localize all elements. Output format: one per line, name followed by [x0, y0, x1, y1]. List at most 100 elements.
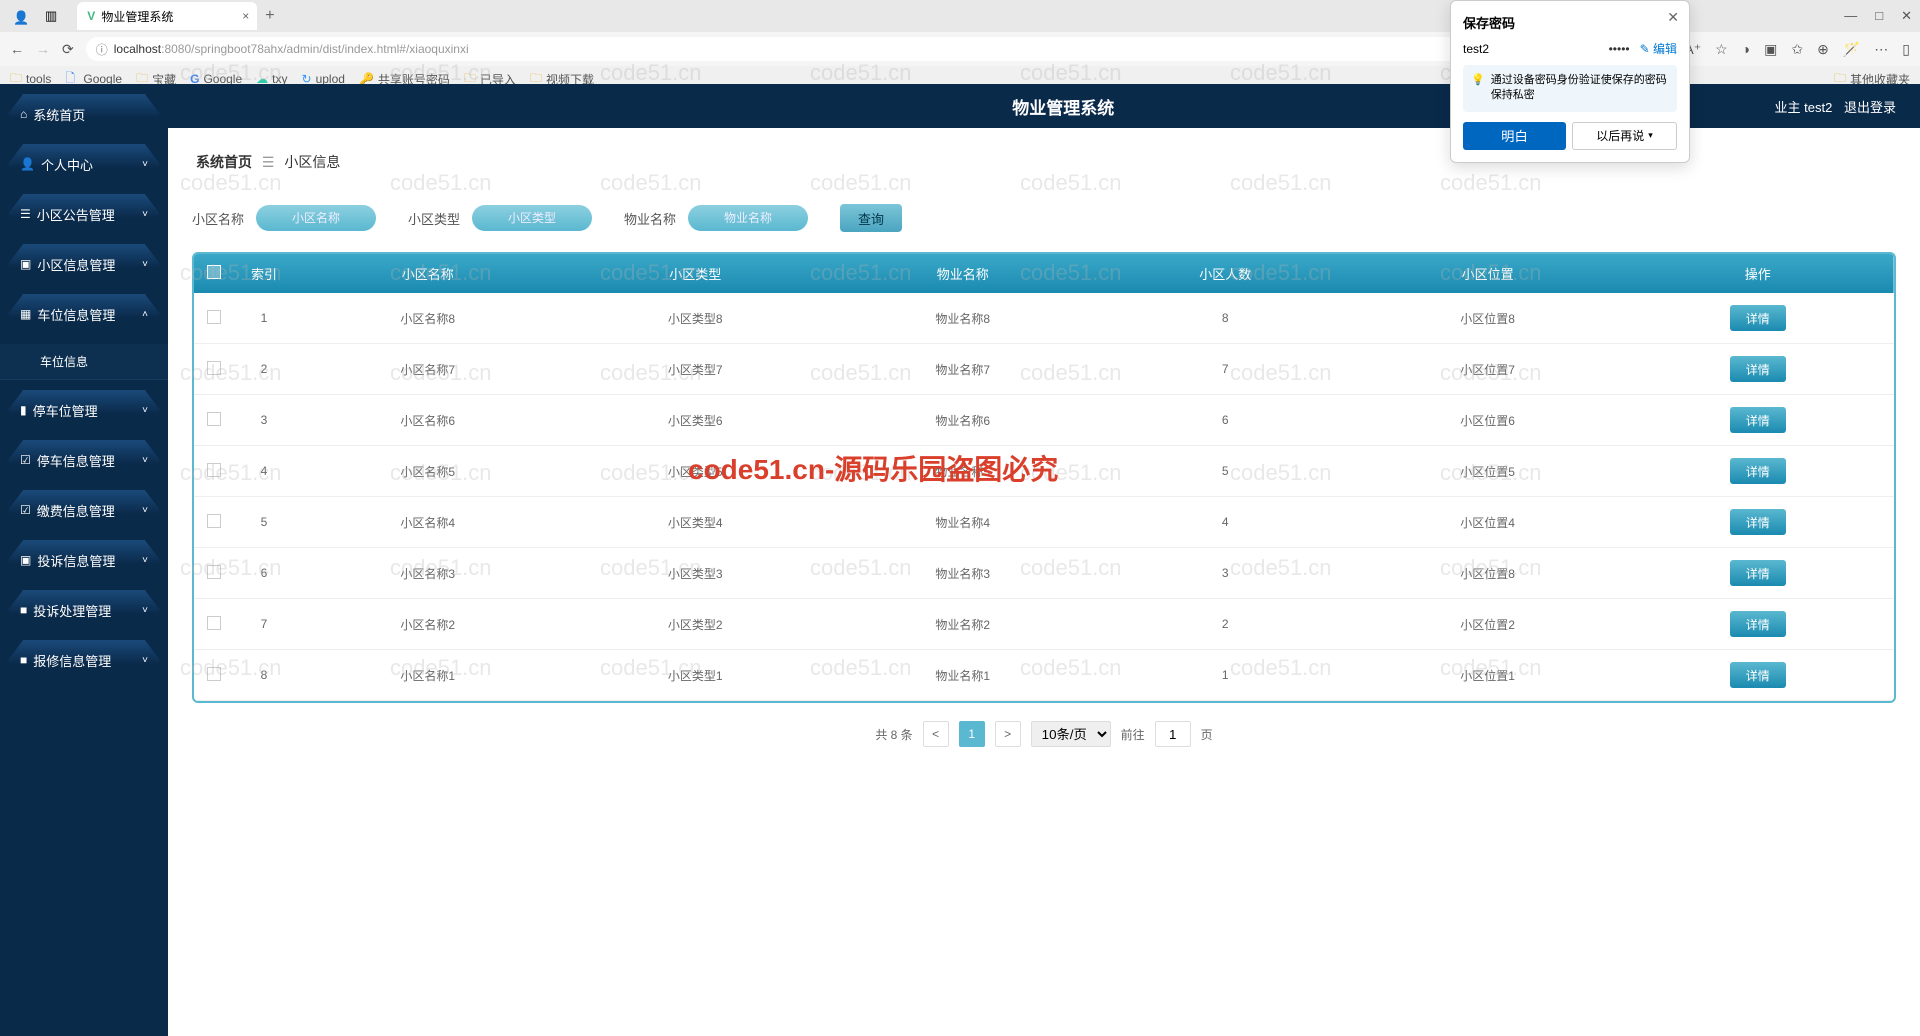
search-name-input[interactable]: [256, 205, 376, 231]
detail-button[interactable]: 详情: [1730, 560, 1786, 586]
favorites-bar-icon[interactable]: ✩: [1791, 41, 1803, 58]
chevron-icon: ˅: [142, 405, 148, 416]
popup-title: 保存密码: [1463, 13, 1677, 32]
sidebar-item[interactable]: ▦车位信息管理˄: [8, 294, 160, 334]
page-jump-input[interactable]: [1155, 721, 1191, 747]
table-header: 操作: [1621, 254, 1894, 293]
extensions-icon[interactable]: ⊕: [1817, 41, 1829, 58]
wand-icon[interactable]: 🪄: [1843, 41, 1860, 58]
window-maximize[interactable]: □: [1875, 8, 1883, 24]
nav-refresh[interactable]: ⟳: [62, 41, 74, 58]
chevron-icon: ˅: [142, 159, 148, 170]
menu-icon: ■: [20, 603, 27, 617]
sidebar-item[interactable]: 👤个人中心˅: [8, 144, 160, 184]
table-header: 索引: [234, 254, 294, 293]
new-tab-button[interactable]: +: [265, 7, 274, 25]
page-prev[interactable]: <: [923, 721, 949, 747]
table-row: 8 小区名称1 小区类型1 物业名称1 1 小区位置1 详情: [194, 650, 1894, 701]
popup-close-icon[interactable]: ✕: [1667, 9, 1679, 26]
sidebar-icon[interactable]: ▯: [1902, 41, 1910, 58]
tab-title: 物业管理系统: [101, 8, 173, 25]
menu-icon: ☑: [20, 453, 31, 467]
row-checkbox[interactable]: [207, 412, 221, 426]
popup-hint: 💡 通过设备密码身份验证使保存的密码保持私密: [1463, 65, 1677, 112]
sidebar-item[interactable]: ☑缴费信息管理˅: [8, 490, 160, 530]
menu-icon: ☰: [20, 207, 31, 221]
page-number[interactable]: 1: [959, 721, 985, 747]
row-checkbox[interactable]: [207, 361, 221, 375]
search-button[interactable]: 查询: [840, 204, 902, 232]
menu-icon: ▦: [20, 307, 31, 321]
panel-icon[interactable]: ▥: [45, 8, 57, 24]
menu-icon: ☑: [20, 503, 31, 517]
row-checkbox[interactable]: [207, 565, 221, 579]
sidebar-item[interactable]: ▮停车位管理˅: [8, 390, 160, 430]
search-property-input[interactable]: [688, 205, 808, 231]
row-checkbox[interactable]: [207, 310, 221, 324]
split-icon[interactable]: ◑: [1742, 41, 1750, 57]
chevron-icon: ˅: [142, 209, 148, 220]
tab-close-icon[interactable]: ×: [242, 9, 249, 23]
sidebar-item[interactable]: ☑停车信息管理˅: [8, 440, 160, 480]
browser-tab-active[interactable]: V 物业管理系统 ×: [77, 2, 257, 30]
sidebar-subitem[interactable]: 车位信息: [0, 344, 168, 380]
address-bar[interactable]: ⓘ localhost:8080/springboot78ahx/admin/d…: [86, 37, 1597, 61]
detail-button[interactable]: 详情: [1730, 458, 1786, 484]
menu-icon: ■: [20, 653, 27, 667]
row-checkbox[interactable]: [207, 463, 221, 477]
table-row: 6 小区名称3 小区类型3 物业名称3 3 小区位置8 详情: [194, 548, 1894, 599]
profile-icon[interactable]: 👤: [13, 10, 25, 22]
table-header: 小区名称: [294, 254, 562, 293]
sidebar-item[interactable]: ⌂系统首页: [8, 94, 160, 134]
sidebar: ⌂系统首页 👤个人中心˅ ☰小区公告管理˅ ▣小区信息管理˅ ▦车位信息管理˄ 车位信息 ▮…: [0, 84, 168, 1036]
menu-icon: 👤: [20, 157, 35, 171]
table-row: 7 小区名称2 小区类型2 物业名称2 2 小区位置2 详情: [194, 599, 1894, 650]
row-checkbox[interactable]: [207, 667, 221, 681]
sidebar-item[interactable]: ☰小区公告管理˅: [8, 194, 160, 234]
breadcrumb-home[interactable]: 系统首页: [196, 154, 252, 170]
row-checkbox[interactable]: [207, 514, 221, 528]
popup-password: •••••: [1609, 42, 1630, 56]
nav-back[interactable]: ←: [10, 41, 24, 57]
menu-icon: ⌂: [20, 107, 27, 121]
table-row: 1 小区名称8 小区类型8 物业名称8 8 小区位置8 详情: [194, 293, 1894, 344]
vue-favicon: V: [87, 9, 95, 23]
sidebar-item[interactable]: ▣小区信息管理˅: [8, 244, 160, 284]
row-checkbox[interactable]: [207, 616, 221, 630]
user-role: 业主: [1775, 100, 1801, 115]
more-icon[interactable]: ⋯: [1874, 41, 1888, 58]
search-type-input[interactable]: [472, 205, 592, 231]
window-minimize[interactable]: —: [1844, 8, 1857, 24]
page-size-select[interactable]: 10条/页: [1031, 721, 1111, 747]
sidebar-item[interactable]: ■投诉处理管理˅: [8, 590, 160, 630]
window-close[interactable]: ✕: [1901, 8, 1912, 24]
detail-button[interactable]: 详情: [1730, 356, 1786, 382]
bulb-icon: 💡: [1471, 73, 1485, 104]
chevron-icon: ˅: [142, 259, 148, 270]
table-header: 小区人数: [1097, 254, 1354, 293]
detail-button[interactable]: 详情: [1730, 509, 1786, 535]
menu-icon: ▣: [20, 553, 31, 567]
popup-edit-link[interactable]: ✎ 编辑: [1640, 40, 1677, 57]
table-header: [194, 254, 234, 293]
detail-button[interactable]: 详情: [1730, 305, 1786, 331]
sidebar-item[interactable]: ■报修信息管理˅: [8, 640, 160, 680]
detail-button[interactable]: 详情: [1730, 611, 1786, 637]
select-all-checkbox[interactable]: [207, 265, 221, 279]
menu-icon: ▣: [20, 257, 31, 271]
popup-later-button[interactable]: 以后再说▾: [1572, 122, 1677, 150]
sidebar-item[interactable]: ▣投诉信息管理˅: [8, 540, 160, 580]
table-row: 5 小区名称4 小区类型4 物业名称4 4 小区位置4 详情: [194, 497, 1894, 548]
popup-ok-button[interactable]: 明白: [1463, 122, 1566, 150]
detail-button[interactable]: 详情: [1730, 662, 1786, 688]
detail-button[interactable]: 详情: [1730, 407, 1786, 433]
logout-link[interactable]: 退出登录: [1844, 100, 1896, 115]
table-header: 小区位置: [1354, 254, 1622, 293]
favorite-icon[interactable]: ☆: [1715, 41, 1728, 58]
chevron-icon: ˅: [142, 555, 148, 566]
collections-icon[interactable]: ▣: [1764, 41, 1777, 58]
page-next[interactable]: >: [995, 721, 1021, 747]
page-total: 共 8 条: [875, 726, 912, 743]
table-row: 2 小区名称7 小区类型7 物业名称7 7 小区位置7 详情: [194, 344, 1894, 395]
table-row: 3 小区名称6 小区类型6 物业名称6 6 小区位置6 详情: [194, 395, 1894, 446]
